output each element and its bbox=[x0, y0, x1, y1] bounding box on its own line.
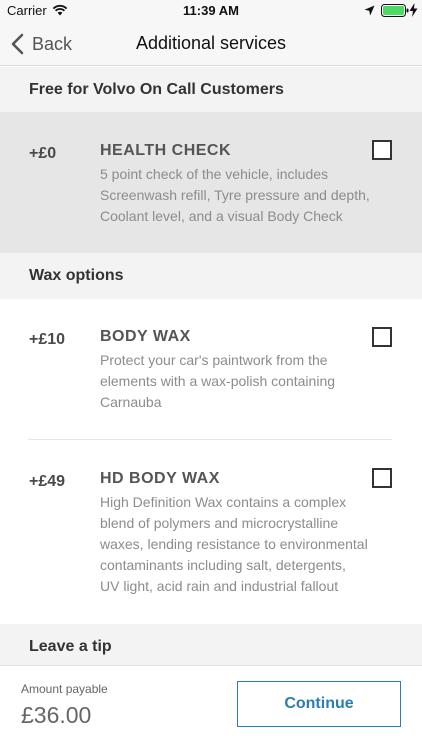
description-line: waxes, lending resistance to environment… bbox=[100, 536, 368, 552]
service-price: +£10 bbox=[29, 331, 66, 348]
amount-payable-value: £36.00 bbox=[21, 702, 92, 728]
description-line: High Definition Wax contains a complex bbox=[100, 494, 347, 510]
section-title-tip: Leave a tip bbox=[29, 638, 112, 655]
navigation-bar: Back Additional services bbox=[0, 22, 422, 66]
page-title: Additional services bbox=[135, 33, 287, 53]
service-name: HEALTH CHECK bbox=[100, 142, 232, 159]
body-wax-checkbox[interactable] bbox=[372, 327, 392, 347]
description-line: Coolant level, and a visual Body Check bbox=[100, 208, 343, 224]
description-line: Carnauba bbox=[100, 394, 162, 410]
battery-icon bbox=[381, 4, 409, 17]
service-row-body-wax: +£10 BODY WAX Protect your car's paintwo… bbox=[0, 299, 422, 440]
section-header-free: Free for Volvo On Call Customers bbox=[0, 67, 422, 112]
service-name: BODY WAX bbox=[100, 328, 191, 345]
charging-bolt-icon bbox=[409, 3, 418, 17]
service-price: +£49 bbox=[29, 473, 66, 490]
payment-footer: Amount payable £36.00 Continue bbox=[0, 665, 422, 750]
description-line: Screenwash refill, Tyre pressure and dep… bbox=[100, 187, 370, 203]
continue-button[interactable]: Continue bbox=[237, 681, 401, 727]
amount-payable-label: Amount payable bbox=[21, 682, 108, 696]
status-bar: Carrier 11:39 AM bbox=[0, 0, 422, 22]
service-description: 5 point check of the vehicle, includes S… bbox=[100, 164, 376, 227]
description-line: Protect your car's paintwork from the bbox=[100, 352, 328, 368]
section-title-free: Free for Volvo On Call Customers bbox=[29, 81, 284, 98]
service-description: High Definition Wax contains a complex b… bbox=[100, 492, 376, 597]
description-line: elements with a wax-polish containing bbox=[100, 373, 336, 389]
section-title-wax: Wax options bbox=[29, 267, 124, 284]
location-arrow-icon bbox=[364, 5, 375, 16]
clock: 11:39 AM bbox=[183, 3, 239, 18]
section-header-tip: Leave a tip bbox=[0, 624, 422, 665]
section-header-wax: Wax options bbox=[0, 253, 422, 299]
description-line: UV light, acid rain and industrial fallo… bbox=[100, 578, 339, 594]
service-price: +£0 bbox=[29, 145, 57, 162]
health-check-checkbox[interactable] bbox=[372, 140, 392, 160]
service-description: Protect your car's paintwork from the el… bbox=[100, 350, 376, 413]
service-row-hd-body-wax: +£49 HD BODY WAX High Definition Wax con… bbox=[0, 440, 422, 624]
hd-body-wax-checkbox[interactable] bbox=[372, 468, 392, 488]
description-line: blend of polymers and microcrystalline bbox=[100, 515, 339, 531]
service-row-health-check: +£0 HEALTH CHECK 5 point check of the ve… bbox=[0, 112, 422, 253]
service-name: HD BODY WAX bbox=[100, 470, 220, 487]
description-line: 5 point check of the vehicle, includes bbox=[100, 166, 329, 182]
description-line: contaminants including salt, detergents, bbox=[100, 557, 346, 573]
